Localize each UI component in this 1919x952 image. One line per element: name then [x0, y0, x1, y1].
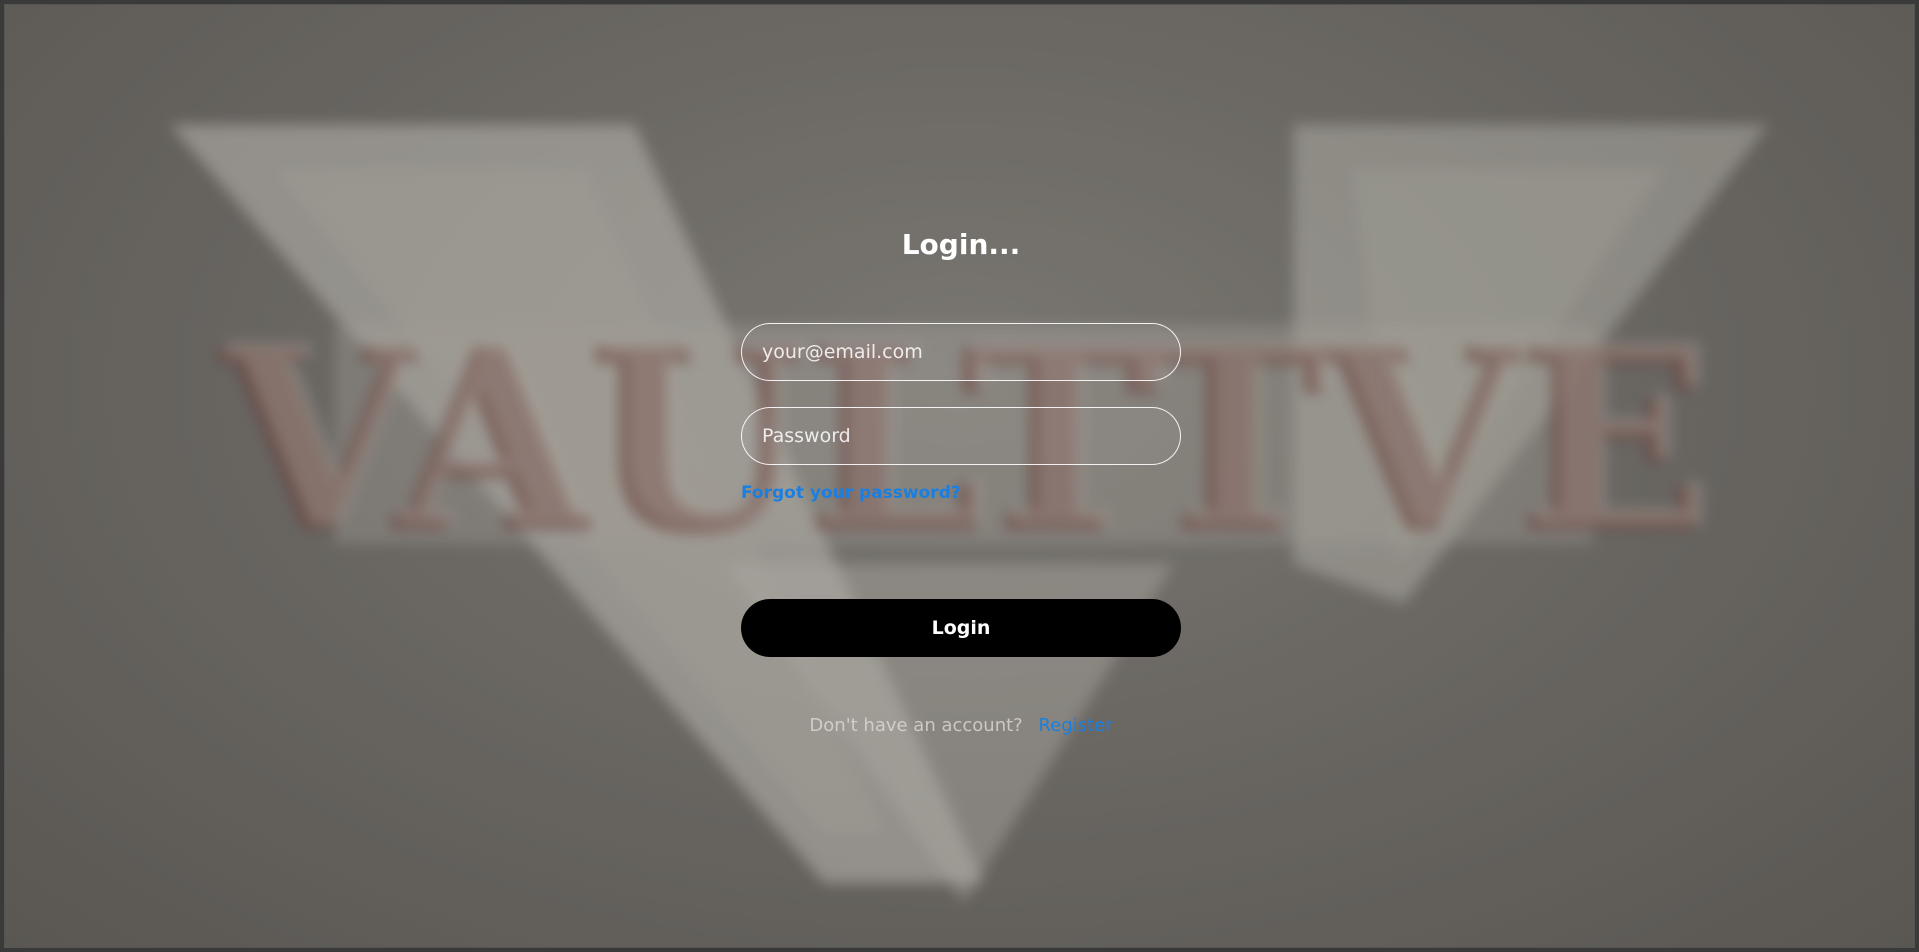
login-button[interactable]: Login — [741, 599, 1181, 657]
forgot-password-link[interactable]: Forgot your password? — [741, 483, 961, 503]
page-title: Login... — [901, 228, 1021, 261]
register-prompt: Don't have an account? — [809, 715, 1023, 736]
register-link[interactable]: Register — [1038, 715, 1112, 736]
password-field[interactable] — [741, 407, 1181, 465]
register-row: Don't have an account? Register — [741, 715, 1181, 736]
email-field[interactable] — [741, 323, 1181, 381]
app-window: VAULTTVE VAULTTVE Login... Forgot your p… — [4, 4, 1915, 948]
login-form: Login... Forgot your password? Login Don… — [741, 225, 1181, 736]
